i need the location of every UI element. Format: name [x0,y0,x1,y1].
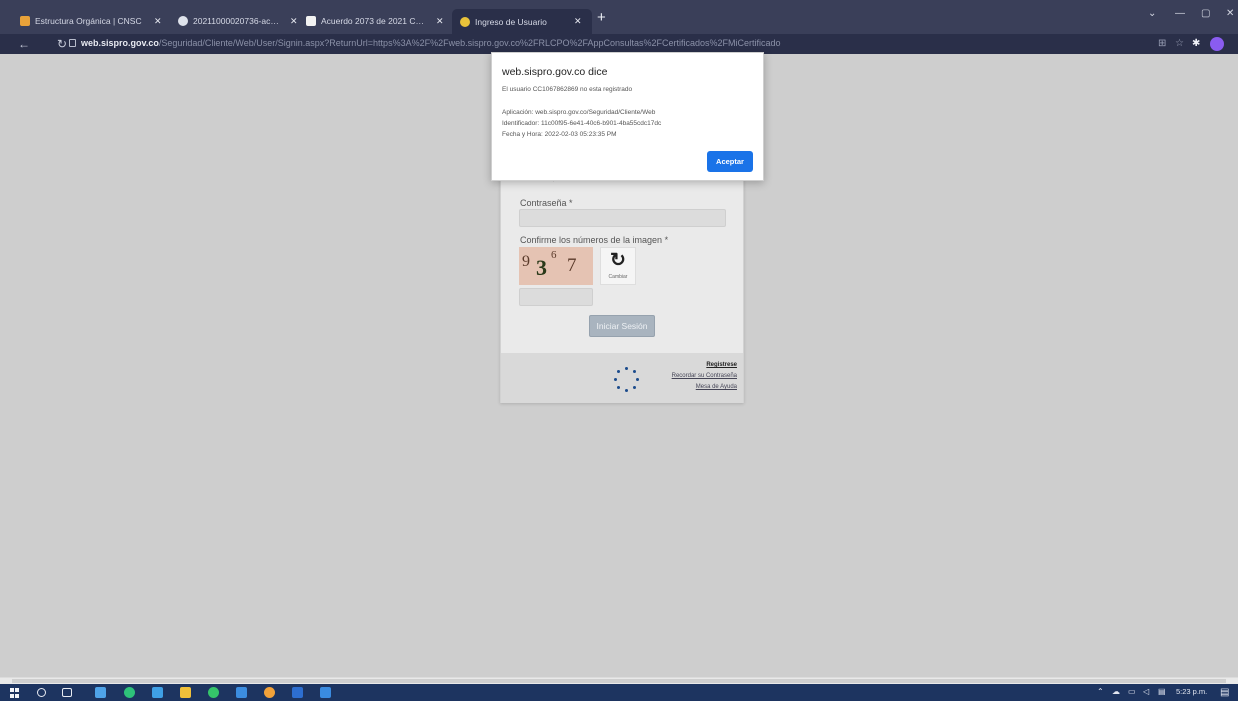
captcha-digit: 6 [551,249,557,261]
close-tab-icon[interactable]: ✕ [574,16,582,27]
app-icon[interactable] [320,687,331,698]
dialog-date-line: Fecha y Hora: 2022-02-03 05:23:35 PM [502,131,617,138]
windows-taskbar: ⌃ ☁ ▭ ◁ ▤ 5:23 p.m. ▤ [0,684,1238,701]
notifications-icon[interactable]: ▤ [1220,687,1229,698]
register-link[interactable]: Registrese [706,362,737,368]
mail-app-icon[interactable] [236,687,247,698]
cnsc-favicon-icon [20,16,30,26]
url-host: web.sispro.gov.co [81,38,159,48]
maximize-icon[interactable]: ▢ [1201,8,1210,19]
close-tab-icon[interactable]: ✕ [154,16,162,27]
captcha-input[interactable] [519,288,593,306]
password-label: Contraseña * [520,198,573,208]
address-bar[interactable]: web.sispro.gov.co/Seguridad/Cliente/Web/… [81,38,801,48]
close-tab-icon[interactable]: ✕ [436,16,444,27]
close-window-icon[interactable]: ✕ [1226,8,1234,19]
tab-label: 20211000020736-acdo-estructu [193,16,281,26]
install-app-icon[interactable]: ⊞ [1158,38,1166,49]
lock-icon[interactable] [69,39,76,47]
dialog-app-line: Aplicación: web.sispro.gov.co/Seguridad/… [502,109,656,116]
taskbar-clock[interactable]: 5:23 p.m. [1176,687,1207,696]
minimize-icon[interactable]: — [1175,8,1185,19]
captcha-image: 9 3 6 7 [519,247,593,285]
login-card: Contraseña * Confirme los números de la … [500,150,744,403]
captcha-refresh-button[interactable]: ↻ Cambiar [600,247,636,285]
browser-toolbar: ← ↻ web.sispro.gov.co/Seguridad/Cliente/… [0,34,1238,54]
chrome-app-icon[interactable] [124,687,135,698]
edge-app-icon[interactable] [152,687,163,698]
refresh-label: Cambiar [608,274,628,280]
scrollbar-thumb[interactable] [12,679,1226,683]
bookmark-star-icon[interactable]: ☆ [1175,38,1184,49]
refresh-icon: ↻ [610,250,626,271]
extensions-icon[interactable]: ✱ [1192,38,1200,49]
tray-volume-icon[interactable]: ◁ [1143,687,1149,696]
password-input[interactable] [519,209,726,227]
windows-start-icon[interactable] [10,688,20,698]
globe-favicon-icon [178,16,188,26]
captcha-digit: 3 [536,255,547,280]
tab-search-icon[interactable]: ⌄ [1148,8,1156,19]
tab-acdo-estructura[interactable]: 20211000020736-acdo-estructu ✕ [178,11,298,31]
spotify-app-icon[interactable] [208,687,219,698]
back-icon[interactable]: ← [18,36,30,52]
captcha-digit: 9 [522,253,530,270]
tray-keyboard-icon[interactable]: ▤ [1158,687,1166,696]
tab-ingreso-de-usuario[interactable]: Ingreso de Usuario ✕ [452,9,592,34]
card-footer: Registrese Recordar su Contraseña Mesa d… [501,353,743,403]
app-icon[interactable] [292,687,303,698]
tab-acuerdo-2073[interactable]: Acuerdo 2073 de 2021 Comisión ✕ [306,11,446,31]
tray-battery-icon[interactable]: ▭ [1128,687,1136,696]
close-tab-icon[interactable]: ✕ [290,16,298,27]
url-path: /Seguridad/Cliente/Web/User/Signin.aspx?… [158,38,781,48]
login-button[interactable]: Iniciar Sesión [589,315,655,337]
dialog-title: web.sispro.gov.co dice [502,66,608,78]
help-desk-link[interactable]: Mesa de Ayuda [696,384,737,390]
dialog-id-line: Identificador: 11c00f95-6e41-40c6-b901-4… [502,120,662,127]
alert-dialog: web.sispro.gov.co dice El usuario CC1067… [491,52,764,181]
shield-favicon-icon [460,16,470,27]
tray-show-hidden-icon[interactable]: ⌃ [1097,687,1104,696]
tab-label: Estructura Orgánica | CNSC [35,16,142,26]
reload-icon[interactable]: ↻ [57,36,67,52]
captcha-digit: 7 [567,255,577,276]
tab-label: Acuerdo 2073 de 2021 Comisión [321,16,427,26]
browser-tab-strip: Estructura Orgánica | CNSC ✕ 20211000020… [0,0,1238,34]
horizontal-scrollbar[interactable] [0,677,1238,684]
tray-cloud-icon[interactable]: ☁ [1112,687,1120,696]
browser-app-icon[interactable] [264,687,275,698]
loading-spinner-icon [614,367,640,393]
document-favicon-icon [306,16,316,26]
recover-password-link[interactable]: Recordar su Contraseña [672,373,737,379]
profile-avatar[interactable] [1210,37,1224,51]
tab-label: Ingreso de Usuario [475,16,547,27]
new-tab-button[interactable]: + [597,9,606,27]
tab-estructura-organica[interactable]: Estructura Orgánica | CNSC ✕ [20,11,170,31]
dialog-message: El usuario CC1067862869 no esta registra… [502,86,633,93]
dialog-accept-button[interactable]: Aceptar [707,151,753,172]
search-icon[interactable] [37,688,46,697]
task-view-icon[interactable] [62,688,72,697]
teams-app-icon[interactable] [95,687,106,698]
captcha-label: Confirme los números de la imagen * [520,235,669,245]
file-explorer-icon[interactable] [180,687,191,698]
